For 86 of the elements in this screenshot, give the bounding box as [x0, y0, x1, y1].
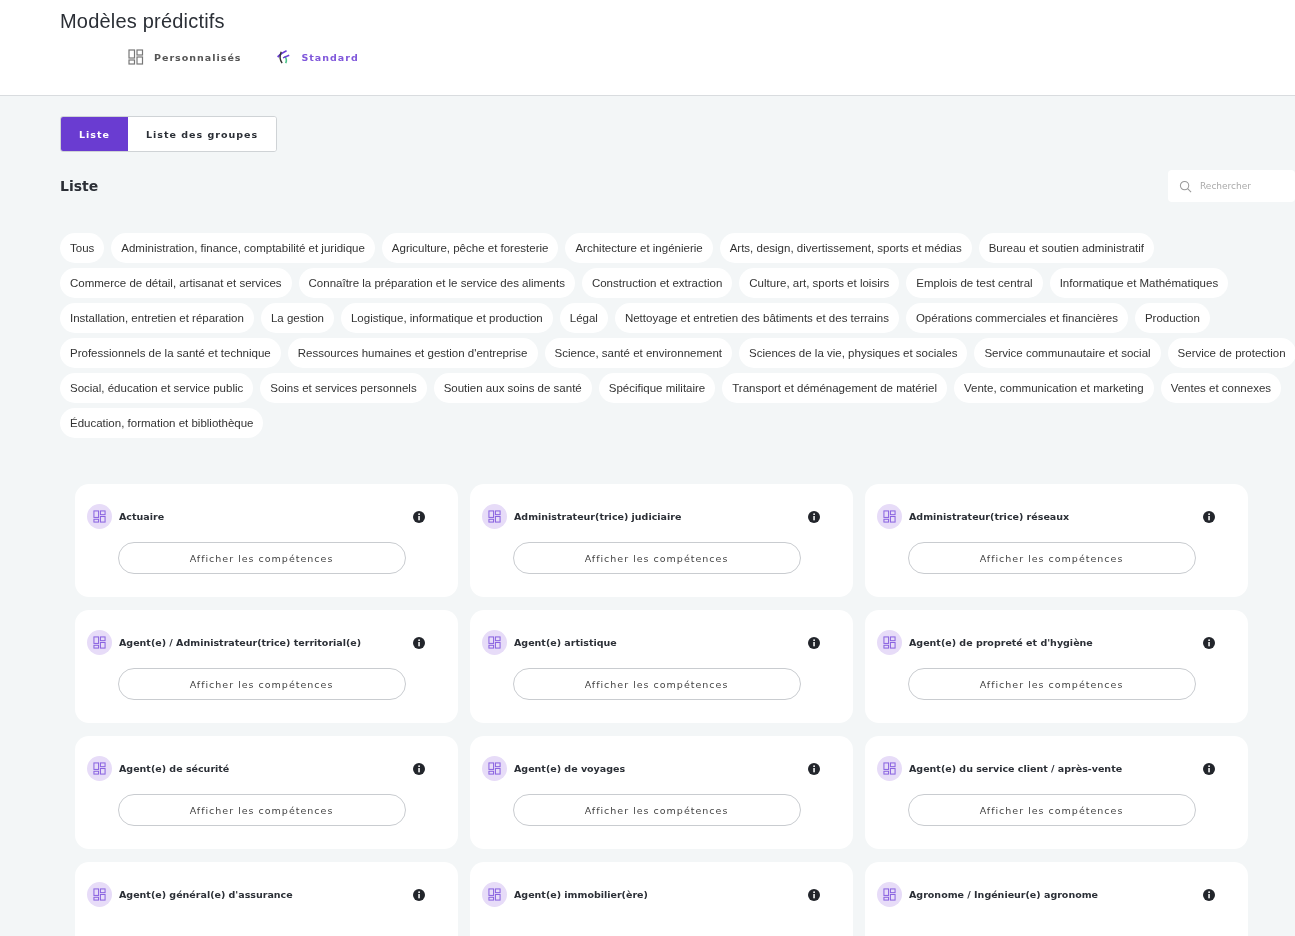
- filter-chip[interactable]: La gestion: [260, 303, 334, 333]
- info-icon[interactable]: [1203, 888, 1215, 901]
- info-icon[interactable]: [1203, 762, 1215, 775]
- filter-chip[interactable]: Architecture et ingénierie: [565, 233, 713, 263]
- card-title: Agent(e) de sécurité: [119, 763, 231, 774]
- filter-chip[interactable]: Construction et extraction: [581, 268, 733, 298]
- filter-chip[interactable]: Informatique et Mathématiques: [1049, 268, 1229, 298]
- card-title: Agent(e) artistique: [514, 637, 618, 648]
- filter-chip[interactable]: Spécifique militaire: [598, 373, 716, 403]
- filter-chip[interactable]: Installation, entretien et réparation: [60, 303, 254, 333]
- filter-chip[interactable]: Logistique, informatique et production: [340, 303, 553, 333]
- grid-icon: [482, 756, 507, 781]
- grid-icon: [87, 504, 112, 529]
- filter-chip[interactable]: Social, éducation et service public: [60, 373, 254, 403]
- filter-chip[interactable]: Opérations commerciales et financières: [905, 303, 1128, 333]
- info-icon[interactable]: [808, 510, 820, 523]
- search-field[interactable]: Rechercher: [1168, 170, 1295, 202]
- grid-icon: [87, 756, 112, 781]
- page-title: Modèles prédictifs: [60, 10, 226, 33]
- filter-chip[interactable]: Service de protection: [1167, 338, 1295, 368]
- show-skills-button[interactable]: Afficher les compétences: [907, 668, 1196, 700]
- filter-chip[interactable]: Service communautaire et social: [974, 338, 1161, 368]
- filter-chip[interactable]: Science, santé et environnement: [544, 338, 732, 368]
- grid-icon: [128, 49, 144, 65]
- grid-icon: [877, 882, 902, 907]
- swirl-logo-icon: [275, 49, 292, 65]
- filter-chip[interactable]: Nettoyage et entretien des bâtiments et des terrains: [614, 303, 899, 333]
- filter-chip[interactable]: Commerce de détail, artisanat et services: [60, 268, 292, 298]
- info-icon[interactable]: [413, 888, 425, 901]
- info-icon[interactable]: [808, 762, 820, 775]
- card-title: Agent(e) général(e) d'assurance: [119, 889, 294, 900]
- filter-chip[interactable]: Sciences de la vie, physiques et sociales: [739, 338, 968, 368]
- show-skills-button[interactable]: Afficher les compétences: [117, 668, 406, 700]
- filter-chip[interactable]: Vente, communication et marketing: [954, 373, 1154, 403]
- filter-chip[interactable]: Professionnels de la santé et technique: [60, 338, 281, 368]
- show-skills-button[interactable]: Afficher les compétences: [512, 794, 801, 826]
- filter-chip[interactable]: Agriculture, pêche et foresterie: [381, 233, 559, 263]
- filter-chip[interactable]: Soutien aux soins de santé: [433, 373, 592, 403]
- card-title: Agronome / Ingénieur(e) agronome: [909, 889, 1100, 900]
- view-tab[interactable]: Standard: [275, 49, 359, 65]
- info-icon[interactable]: [413, 636, 425, 649]
- info-icon[interactable]: [808, 636, 820, 649]
- card-title: Agent(e) de propreté et d'hygiène: [909, 637, 1094, 648]
- grid-icon: [482, 882, 507, 907]
- grid-icon: [482, 504, 507, 529]
- card-title: Administrateur(trice) judiciaire: [514, 511, 683, 522]
- filter-chip[interactable]: Tous: [60, 233, 105, 263]
- filter-chip[interactable]: Bureau et soutien administratif: [978, 233, 1155, 263]
- show-skills-button[interactable]: Afficher les compétences: [117, 794, 406, 826]
- card-title: Agent(e) de voyages: [514, 763, 627, 774]
- show-skills-button[interactable]: Afficher les compétences: [907, 794, 1196, 826]
- card-title: Administrateur(trice) réseaux: [909, 511, 1071, 522]
- segment-tab[interactable]: Liste: [61, 117, 128, 151]
- grid-icon: [87, 882, 112, 907]
- info-icon[interactable]: [413, 762, 425, 775]
- filter-chip[interactable]: Administration, finance, comptabilité et juridique: [111, 233, 375, 263]
- card-title: Agent(e) immobilier(ère): [514, 889, 649, 900]
- grid-icon: [877, 756, 902, 781]
- filter-chip[interactable]: Production: [1134, 303, 1210, 333]
- filter-chip[interactable]: Légal: [559, 303, 608, 333]
- grid-icon: [482, 630, 507, 655]
- filter-chip[interactable]: Emplois de test central: [906, 268, 1043, 298]
- filter-chip[interactable]: Transport et déménagement de matériel: [722, 373, 948, 403]
- show-skills-button[interactable]: Afficher les compétences: [512, 542, 801, 574]
- filter-chip[interactable]: Éducation, formation et bibliothèque: [60, 408, 264, 438]
- view-tab[interactable]: Personnalisés: [128, 49, 242, 65]
- card-title: Agent(e) / Administrateur(trice) territorial(e): [119, 637, 363, 648]
- grid-icon: [877, 504, 902, 529]
- info-icon[interactable]: [1203, 510, 1215, 523]
- show-skills-button[interactable]: Afficher les compétences: [512, 668, 801, 700]
- section-title: Liste: [60, 178, 99, 194]
- filter-chip[interactable]: Soins et services personnels: [260, 373, 427, 403]
- info-icon[interactable]: [808, 888, 820, 901]
- card-title: Actuaire: [119, 511, 166, 522]
- filter-chip[interactable]: Ressources humaines et gestion d'entreprise: [287, 338, 538, 368]
- filter-chip[interactable]: Arts, design, divertissement, sports et médias: [719, 233, 972, 263]
- show-skills-button[interactable]: Afficher les compétences: [907, 542, 1196, 574]
- filter-chip[interactable]: Culture, art, sports et loisirs: [739, 268, 900, 298]
- filter-chip[interactable]: Ventes et connexes: [1160, 373, 1282, 403]
- card-title: Agent(e) du service client / après-vente: [909, 763, 1124, 774]
- grid-icon: [877, 630, 902, 655]
- filter-chip[interactable]: Connaître la préparation et le service des aliments: [298, 268, 575, 298]
- grid-icon: [87, 630, 112, 655]
- show-skills-button[interactable]: Afficher les compétences: [117, 542, 406, 574]
- info-icon[interactable]: [413, 510, 425, 523]
- info-icon[interactable]: [1203, 636, 1215, 649]
